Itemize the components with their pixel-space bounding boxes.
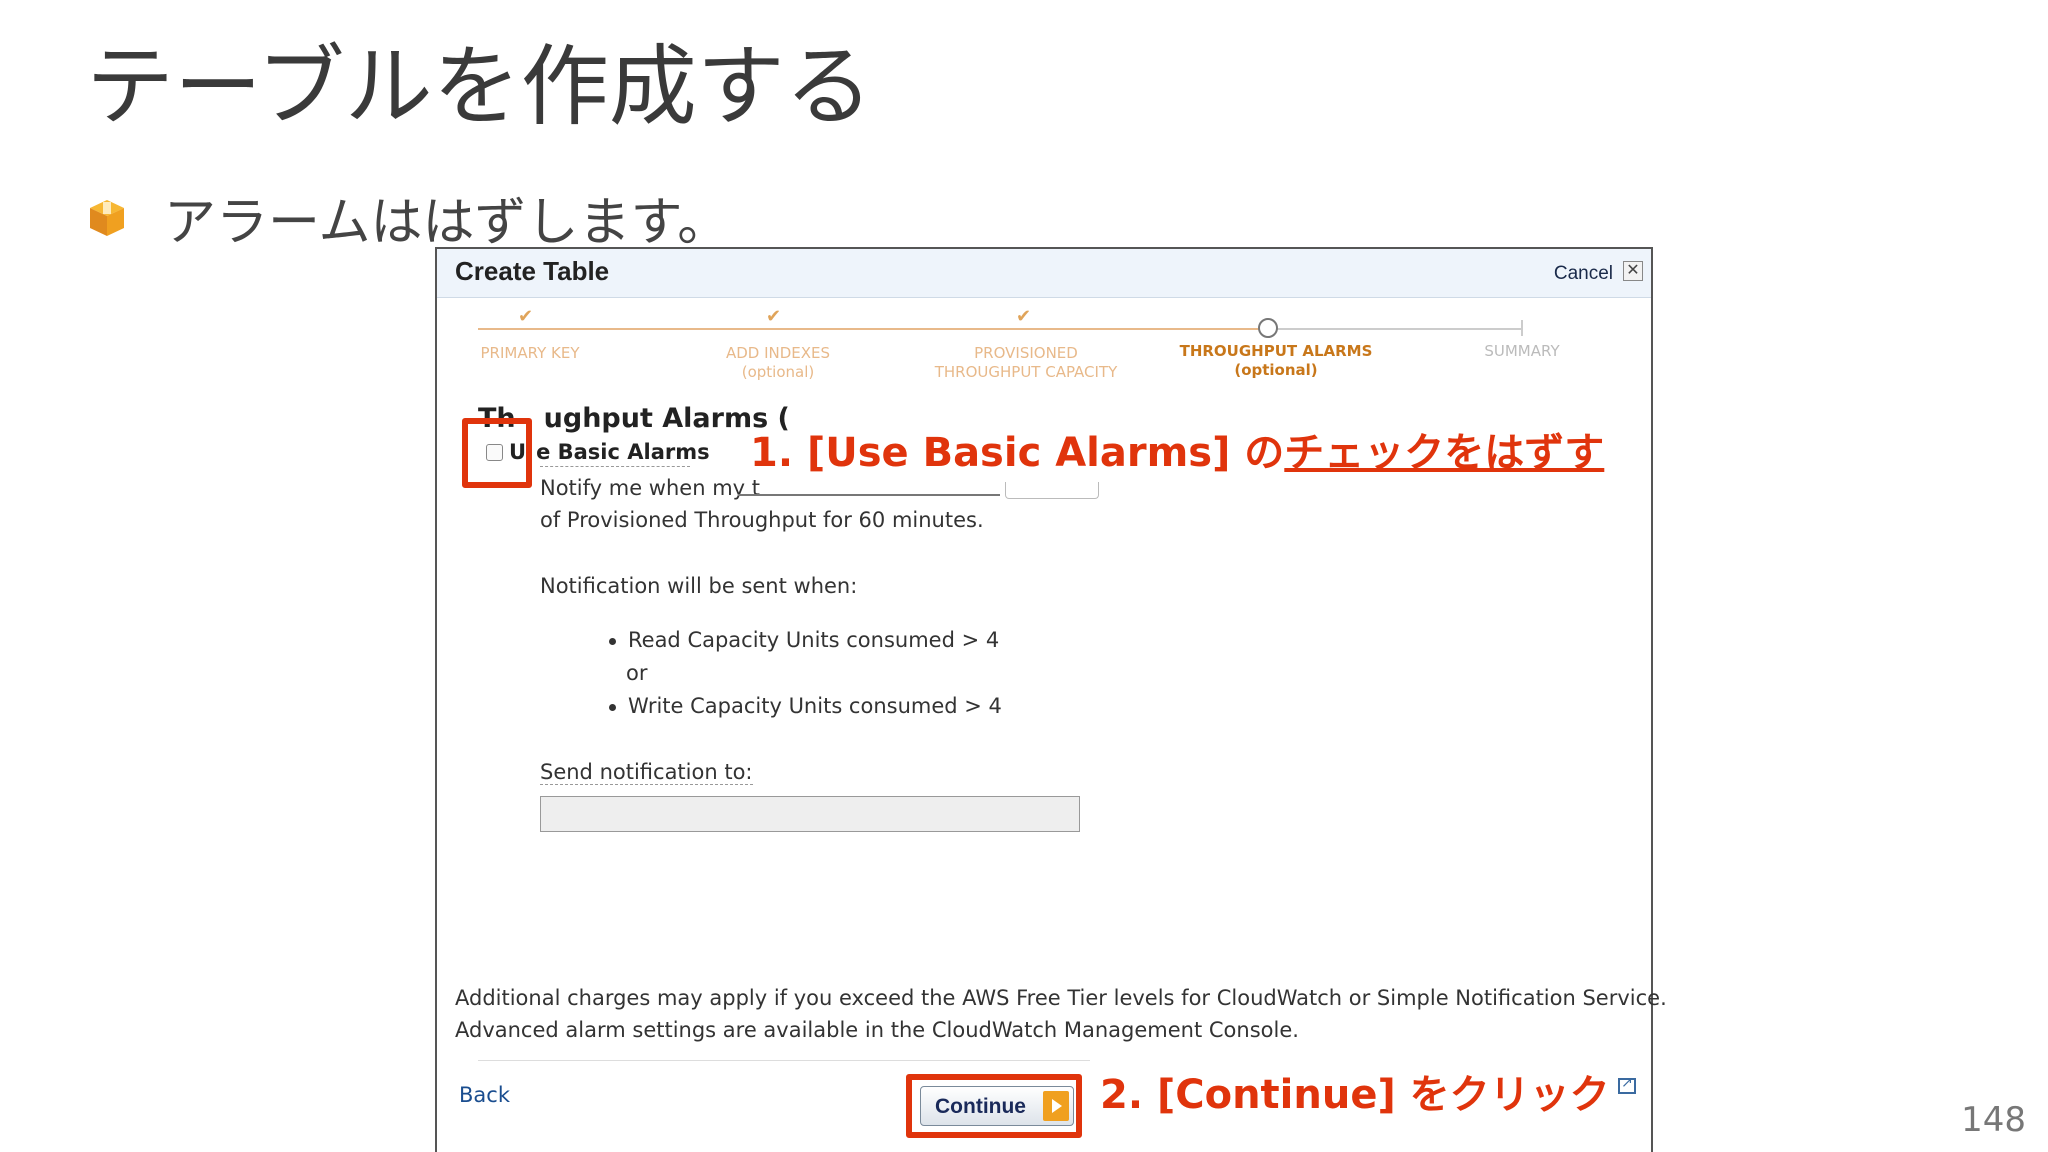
bullet-dot bbox=[609, 704, 616, 711]
checkbox-label-underline bbox=[540, 466, 690, 467]
notify-text: Notify me when my t bbox=[540, 476, 760, 500]
highlight-continue-box bbox=[906, 1074, 1082, 1138]
cancel-link[interactable]: Cancel bbox=[1554, 263, 1613, 285]
highlight-checkbox-box bbox=[462, 418, 532, 488]
step-check-icon: ✔ bbox=[1016, 306, 1032, 327]
dialog-title: Create Table bbox=[455, 256, 610, 286]
send-notification-label: Send notification to: bbox=[540, 760, 753, 785]
footer-note-1: Additional charges may apply if you exce… bbox=[455, 986, 1667, 1010]
annotation-step2: 2. [Continue] をクリック bbox=[1100, 1072, 1610, 1118]
slide-title: テーブルを作成する bbox=[86, 35, 873, 138]
dialog-header: Create Table Cancel ✕ bbox=[437, 249, 1651, 298]
wizard-step-summary: SUMMARY bbox=[1484, 342, 1560, 360]
create-table-dialog: Create Table Cancel ✕ bbox=[435, 247, 1653, 1152]
annotation-step1: 1. [Use Basic Alarms] のチェックをはずす bbox=[750, 430, 1605, 476]
wizard-step-throughput-alarms: THROUGHPUT ALARMS (optional) bbox=[1179, 342, 1373, 379]
wizard-end-tick bbox=[1521, 320, 1523, 336]
notification-when-text: Notification will be sent when: bbox=[540, 574, 858, 598]
condition-read: Read Capacity Units consumed > 4 bbox=[628, 628, 1000, 652]
back-link[interactable]: Back bbox=[459, 1083, 510, 1107]
external-link-icon[interactable] bbox=[1618, 1075, 1636, 1094]
wizard-step-primary-key: PRIMARY KEY bbox=[480, 344, 580, 362]
condition-write: Write Capacity Units consumed > 4 bbox=[628, 694, 1002, 718]
footer-note-2: Advanced alarm settings are available in… bbox=[455, 1018, 1299, 1042]
bullet-dot bbox=[609, 638, 616, 645]
use-basic-alarms-label[interactable]: Ue Basic Alarms bbox=[509, 440, 710, 464]
threshold-select[interactable] bbox=[1005, 482, 1099, 499]
page-number: 148 bbox=[1961, 1100, 2026, 1140]
wizard-step-add-indexes: ADD INDEXES (optional) bbox=[725, 344, 831, 381]
bullet-point: アラームははずします。 bbox=[88, 180, 729, 255]
wizard-step-provisioned-throughput: PROVISIONED THROUGHPUT CAPACITY bbox=[934, 344, 1118, 381]
step-check-icon: ✔ bbox=[766, 306, 782, 327]
condition-or: or bbox=[626, 661, 648, 685]
footer-divider bbox=[478, 1060, 1090, 1061]
step-check-icon: ✔ bbox=[518, 306, 534, 327]
aws-cube-icon bbox=[90, 199, 124, 236]
notification-email-input[interactable] bbox=[540, 796, 1080, 832]
bullet-text: アラームははずします。 bbox=[164, 193, 730, 253]
notify-text-cont: of Provisioned Throughput for 60 minutes… bbox=[540, 508, 984, 532]
obscured-text-fragment bbox=[738, 494, 1000, 496]
wizard-line-done bbox=[478, 328, 1268, 330]
close-icon[interactable]: ✕ bbox=[1623, 261, 1643, 281]
wizard-line-remaining bbox=[1268, 328, 1522, 330]
current-step-circle-icon bbox=[1258, 318, 1278, 338]
